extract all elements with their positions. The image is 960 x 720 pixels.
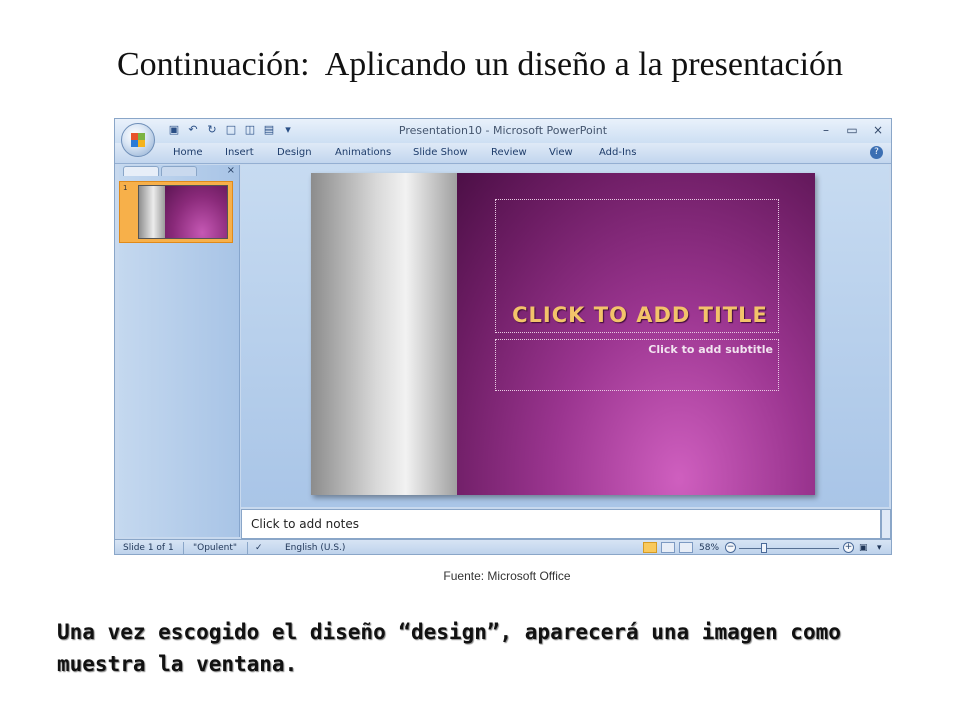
slide-editor: CLICK TO ADD TITLE Click to add subtitle xyxy=(241,165,889,507)
close-button[interactable]: × xyxy=(871,123,885,137)
minimize-button[interactable]: – xyxy=(819,123,833,137)
tab-design[interactable]: Design xyxy=(277,147,312,158)
slide-count: Slide 1 of 1 xyxy=(123,543,174,553)
status-bar: Slide 1 of 1 "Opulent" ✓ English (U.S.) … xyxy=(115,539,891,554)
source-caption: Fuente: Microsoft Office xyxy=(443,569,571,583)
explanation-text: Una vez escogido el diseño “design”, apa… xyxy=(57,620,841,676)
thumbnail-purple-area xyxy=(165,186,227,238)
normal-view-button[interactable] xyxy=(643,542,657,553)
thumbnail-gray-band xyxy=(139,186,165,238)
tab-animations[interactable]: Animations xyxy=(335,147,391,158)
tab-add-ins[interactable]: Add-Ins xyxy=(599,147,636,158)
window-title: Presentation10 - Microsoft PowerPoint xyxy=(398,124,608,137)
language[interactable]: English (U.S.) xyxy=(285,543,345,553)
zoom-out-icon[interactable]: − xyxy=(725,542,736,553)
zoom-level[interactable]: 58% xyxy=(699,543,719,553)
slides-panel: × 1 xyxy=(119,165,240,537)
title-placeholder-text[interactable]: CLICK TO ADD TITLE xyxy=(495,303,785,327)
maximize-button[interactable]: ▭ xyxy=(845,123,859,137)
panel-tabs: × xyxy=(121,165,237,177)
slide-show-view-button[interactable] xyxy=(679,542,693,553)
tab-view[interactable]: View xyxy=(549,147,573,158)
status-divider xyxy=(247,542,248,554)
tab-insert[interactable]: Insert xyxy=(225,147,254,158)
spell-check-icon[interactable]: ✓ xyxy=(255,543,263,553)
slide-heading: Continuación: Aplicando un diseño a la p… xyxy=(116,46,844,83)
office-logo-icon xyxy=(131,133,145,147)
subtitle-placeholder-text[interactable]: Click to add subtitle xyxy=(495,343,773,356)
status-divider xyxy=(183,542,184,554)
slide-thumbnail[interactable] xyxy=(138,185,228,239)
notes-placeholder[interactable]: Click to add notes xyxy=(251,517,359,531)
slides-tab[interactable] xyxy=(123,166,159,176)
zoom-slider-thumb[interactable] xyxy=(761,543,767,553)
zoom-in-icon[interactable]: + xyxy=(843,542,854,553)
office-button[interactable] xyxy=(121,123,155,157)
ribbon-tabs: Home Insert Design Animations Slide Show… xyxy=(115,143,891,164)
slide-canvas[interactable]: CLICK TO ADD TITLE Click to add subtitle xyxy=(311,173,815,495)
slide-gray-band xyxy=(311,173,457,495)
slide-thumbnail-selected[interactable]: 1 xyxy=(119,181,233,243)
help-icon[interactable]: ? xyxy=(870,146,883,159)
panel-close-icon[interactable]: × xyxy=(227,165,235,176)
scroll-down-icon[interactable]: ▾ xyxy=(877,543,882,553)
zoom-slider-track[interactable] xyxy=(739,548,839,549)
powerpoint-window: ▣ ↶ ↻ □ ◫ ▤ ▾ Presentation10 - Microsoft… xyxy=(114,118,892,555)
notes-pane[interactable]: Click to add notes xyxy=(241,509,881,539)
fit-to-window-icon[interactable]: ▣ xyxy=(859,543,868,553)
tab-home[interactable]: Home xyxy=(173,147,203,158)
tab-review[interactable]: Review xyxy=(491,147,527,158)
outline-tab[interactable] xyxy=(161,166,197,176)
tab-slide-show[interactable]: Slide Show xyxy=(413,147,468,158)
theme-name: "Opulent" xyxy=(193,543,238,553)
title-bar: ▣ ↶ ↻ □ ◫ ▤ ▾ Presentation10 - Microsoft… xyxy=(115,119,891,143)
window-controls: – ▭ × xyxy=(819,123,885,137)
thumbnail-number: 1 xyxy=(123,184,128,192)
notes-scrollbar[interactable] xyxy=(881,509,891,539)
slide-sorter-view-button[interactable] xyxy=(661,542,675,553)
